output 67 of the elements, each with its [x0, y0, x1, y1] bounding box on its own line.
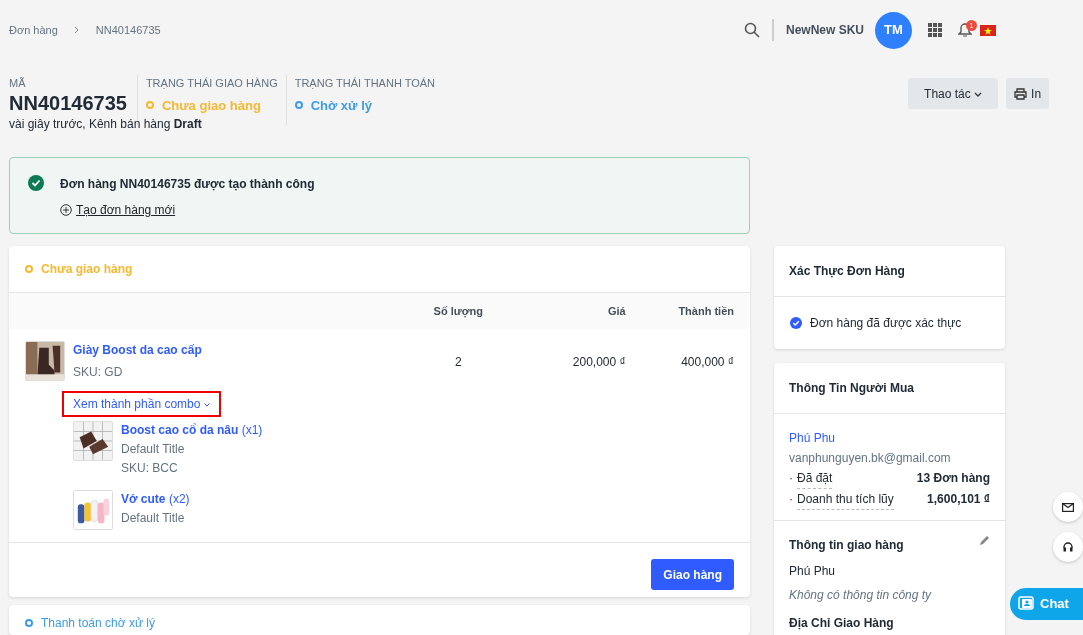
success-icon	[28, 175, 44, 191]
bullet: ·	[789, 491, 793, 508]
bell-icon[interactable]	[958, 22, 972, 38]
product-link[interactable]: Vớ cute	[121, 492, 166, 506]
component-quantity: (x2)	[168, 492, 190, 506]
customer-link[interactable]: Phú Phu	[789, 428, 990, 448]
caret-icon	[203, 402, 210, 407]
stat-value: 13 Đơn hàng	[916, 470, 990, 487]
order-meta: vài giây trước, Kênh bán hàng Draft	[9, 117, 202, 131]
flag-icon[interactable]	[980, 24, 996, 36]
verified-icon	[790, 317, 802, 329]
column-header: Số lượng	[432, 303, 484, 320]
variant-title: Default Title	[121, 441, 186, 458]
quantity-cell-text: 2	[453, 354, 463, 371]
stat-value: 1,600,101 ₫	[927, 491, 990, 508]
mail-icon	[1062, 502, 1074, 512]
bullet: ·	[789, 470, 793, 487]
alert-message: Đơn hàng NN40146735 được tạo thành công	[60, 176, 315, 193]
print-button[interactable]: In	[1006, 78, 1050, 109]
support-button[interactable]	[1053, 532, 1083, 562]
create-order-link[interactable]: Tạo đơn hàng mới	[76, 201, 176, 219]
stat-label: Doanh thu tích lũy	[797, 489, 894, 510]
product-link[interactable]: Boost cao cổ da nâu	[121, 423, 239, 437]
printer-icon	[1014, 87, 1028, 100]
section-title: Thông tin giao hàng	[789, 537, 904, 554]
headset-icon	[1062, 541, 1074, 553]
actions-dropdown[interactable]: Thao tác	[908, 78, 999, 109]
product-sku: SKU: BCC	[121, 460, 179, 477]
add-icon	[60, 204, 72, 216]
variant-title: Default Title	[121, 510, 186, 527]
total-cell-text: 400,000 ₫	[680, 354, 734, 371]
chat-button[interactable]: Chat	[1010, 588, 1083, 620]
payment-status: Thanh toán chờ xử lý	[41, 615, 155, 632]
mail-button[interactable]	[1053, 492, 1083, 522]
search-icon[interactable]	[743, 22, 760, 38]
store-name[interactable]: NewNew SKU	[785, 21, 864, 39]
status-text: Chờ xử lý	[310, 96, 372, 115]
combo-toggle[interactable]: Xem thành phần combo	[62, 391, 221, 417]
price-cell-text: 200,000 ₫	[571, 354, 626, 371]
apps-icon[interactable]	[928, 23, 942, 37]
verification-text: Đơn hàng đã được xác thực	[810, 315, 962, 332]
order-code: NN40146735	[9, 91, 127, 114]
company-info: Không có thông tin công ty	[789, 587, 933, 604]
column-header: Thành tiền	[677, 303, 734, 319]
card-title: Thông Tin Người Mua	[774, 363, 1005, 414]
product-link[interactable]: Giày Boost da cao cấp	[73, 341, 202, 359]
status-text: Chưa giao hàng	[161, 96, 261, 115]
chevron-icon	[73, 26, 80, 34]
breadcrumb-link[interactable]: Đơn hàng	[9, 21, 58, 39]
card-title: Xác Thực Đơn Hàng	[774, 246, 1005, 297]
field-label: MÃ	[9, 76, 27, 91]
caret-icon	[974, 91, 983, 97]
field-label: TRẠNG THÁI THANH TOÁN	[294, 76, 436, 91]
edit-icon[interactable]	[979, 535, 990, 546]
fulfill-button[interactable]: Giao hàng	[651, 559, 734, 590]
stat-label: Đã đặt	[797, 468, 833, 489]
column-header: Giá	[606, 303, 626, 319]
fulfillment-status: Chưa giao hàng	[41, 261, 133, 278]
section-title: Địa Chỉ Giao Hàng	[789, 615, 895, 632]
chat-icon	[1018, 596, 1036, 612]
breadcrumb-item: NN40146735	[95, 22, 161, 38]
user-avatar[interactable]: TM	[875, 11, 912, 49]
shipping-name: Phú Phu	[789, 563, 837, 580]
product-sku: SKU: GD	[73, 364, 124, 381]
component-quantity: (x1)	[241, 423, 263, 437]
field-label: TRẠNG THÁI GIAO HÀNG	[145, 76, 278, 91]
customer-email: vanphunguyen.bk@gmail.com	[789, 450, 952, 467]
